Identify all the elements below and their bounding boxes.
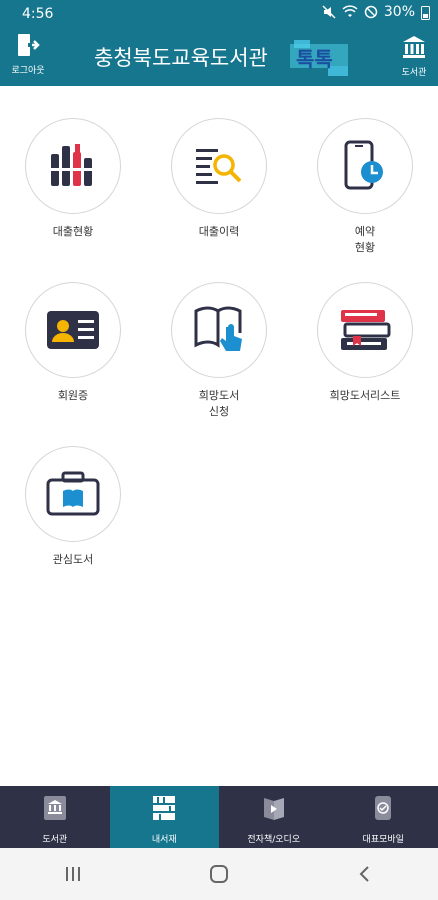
brand-logo: 톡톡 xyxy=(290,40,356,78)
menu-member-card[interactable]: 회원증 xyxy=(13,282,133,404)
request-book-circle xyxy=(171,282,267,378)
menu-label: 희망도서리스트 xyxy=(329,389,401,402)
tab-main-mobile[interactable]: 대표모바일 xyxy=(329,786,438,848)
status-bar: 4:56 30% xyxy=(0,0,438,28)
reservation-circle xyxy=(317,118,413,214)
search-list-icon xyxy=(196,149,242,184)
loan-status-circle xyxy=(25,118,121,214)
tab-label: 도서관 xyxy=(42,835,68,845)
loan-history-circle xyxy=(171,118,267,214)
battery-icon xyxy=(421,5,430,20)
status-time: 4:56 xyxy=(22,6,54,22)
app-header: 로그아웃 충청북도교육도서관 톡톡 도서관 xyxy=(0,28,438,86)
recent-apps-icon[interactable] xyxy=(64,865,82,883)
menu-label: 예약 현황 xyxy=(354,225,376,254)
menu-label: 희망도서 신청 xyxy=(198,389,240,418)
tab-label: 전자책/오디오 xyxy=(247,835,301,845)
library-label: 도서관 xyxy=(401,68,427,78)
menu-loan-status[interactable]: 대출현황 xyxy=(13,118,133,240)
logout-button[interactable]: 로그아웃 xyxy=(8,32,48,76)
status-icons: 30% xyxy=(322,4,430,20)
system-nav-bar xyxy=(0,848,438,900)
logout-icon xyxy=(18,34,40,56)
tab-label: 내서재 xyxy=(151,835,177,845)
id-card-icon xyxy=(47,311,99,349)
tab-ebook-audio[interactable]: 전자책/오디오 xyxy=(219,786,329,848)
menu-favorite-books[interactable]: 관심도서 xyxy=(13,446,133,568)
open-book-touch-icon xyxy=(194,306,242,351)
library-button[interactable]: 도서관 xyxy=(396,34,432,78)
phone-clock-icon xyxy=(344,140,383,190)
brand-text: 톡톡 xyxy=(296,47,333,71)
favorite-books-circle xyxy=(25,446,121,542)
bookshelf-icon xyxy=(153,796,176,820)
book-stack-icon xyxy=(341,310,391,350)
logout-label: 로그아웃 xyxy=(11,66,45,76)
bookbag-icon xyxy=(46,471,100,516)
wifi-icon xyxy=(342,5,358,17)
menu-request-book[interactable]: 희망도서 신청 xyxy=(159,282,279,420)
tab-library[interactable]: 도서관 xyxy=(0,786,110,848)
menu-label: 관심도서 xyxy=(52,553,94,566)
back-icon[interactable] xyxy=(356,865,374,883)
ebook-play-icon xyxy=(263,798,284,820)
menu-label: 회원증 xyxy=(57,389,89,402)
no-disturb-icon xyxy=(364,5,378,19)
menu-request-list[interactable]: 희망도서리스트 xyxy=(305,282,425,404)
member-card-circle xyxy=(25,282,121,378)
tab-label: 대표모바일 xyxy=(362,835,404,845)
mute-icon xyxy=(322,5,336,19)
tab-my-shelf[interactable]: 내서재 xyxy=(109,786,219,848)
books-stack-icon xyxy=(51,144,92,186)
bottom-tab-bar: 도서관 내서재 전자책/오디오 대표모바일 xyxy=(0,786,438,848)
menu-label: 대출현황 xyxy=(52,225,94,238)
request-list-circle xyxy=(317,282,413,378)
menu-loan-history[interactable]: 대출이력 xyxy=(159,118,279,240)
menu-reservation-status[interactable]: 예약 현황 xyxy=(305,118,425,256)
app-title: 충청북도교육도서관 xyxy=(94,46,268,70)
mobile-device-icon xyxy=(375,796,392,820)
library-book-icon xyxy=(43,796,66,820)
library-icon xyxy=(403,36,425,58)
battery-percent: 30% xyxy=(383,4,415,20)
menu-label: 대출이력 xyxy=(198,225,240,238)
home-icon[interactable] xyxy=(209,864,229,884)
